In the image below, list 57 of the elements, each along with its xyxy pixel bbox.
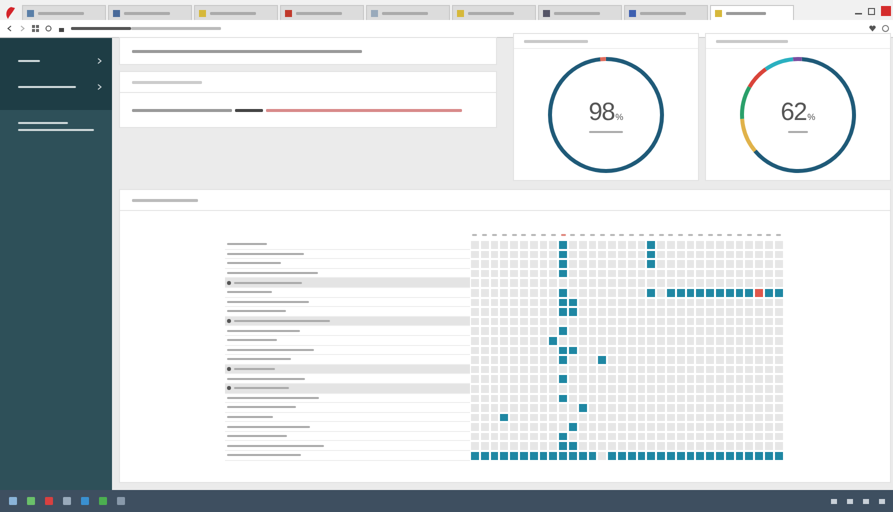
favicon-icon bbox=[27, 10, 34, 16]
forward-icon[interactable] bbox=[19, 25, 26, 32]
bullet-icon bbox=[227, 386, 231, 390]
gauge-value: 98 bbox=[588, 98, 614, 126]
blurred-text bbox=[132, 80, 202, 84]
blurred-text bbox=[234, 282, 302, 284]
blurred-text bbox=[382, 12, 428, 14]
blurred-text bbox=[38, 12, 84, 14]
browser-logo-icon[interactable] bbox=[4, 6, 16, 20]
blurred-text bbox=[227, 435, 287, 438]
browser-tab[interactable] bbox=[538, 5, 622, 20]
blurred-text bbox=[227, 406, 296, 408]
favicon-icon bbox=[715, 10, 722, 16]
blurred-text bbox=[132, 198, 198, 202]
favicon-icon bbox=[285, 10, 292, 16]
favicon-icon bbox=[543, 10, 550, 16]
blurred-text bbox=[716, 40, 788, 42]
blurred-text bbox=[235, 108, 263, 112]
browser-tab[interactable] bbox=[108, 5, 192, 20]
gauge-unit: % bbox=[615, 112, 624, 122]
blurred-text bbox=[227, 243, 267, 246]
blurred-text bbox=[124, 12, 170, 14]
maximize-icon[interactable] bbox=[868, 8, 875, 14]
gauge-unit: % bbox=[807, 112, 816, 122]
chevron-icon bbox=[97, 58, 102, 64]
blurred-text bbox=[468, 12, 514, 14]
favicon-icon bbox=[371, 10, 378, 16]
favicon-icon bbox=[113, 10, 120, 16]
blurred-text bbox=[227, 310, 286, 312]
blurred-text bbox=[227, 262, 281, 264]
bullet-icon bbox=[227, 280, 231, 285]
blurred-text bbox=[227, 291, 272, 294]
blurred-text bbox=[234, 368, 275, 370]
blurred-text bbox=[524, 40, 588, 42]
bullet-icon bbox=[227, 367, 231, 372]
browser-tab[interactable] bbox=[22, 5, 106, 20]
blurred-text bbox=[234, 387, 289, 390]
blurred-text bbox=[554, 12, 600, 14]
grid-icon[interactable] bbox=[32, 25, 39, 32]
blurred-text bbox=[726, 12, 766, 14]
chevron-icon bbox=[97, 84, 102, 90]
favicon-icon bbox=[457, 10, 464, 16]
browser-tab[interactable] bbox=[280, 5, 364, 20]
favicon-icon bbox=[199, 10, 206, 16]
back-icon[interactable] bbox=[6, 25, 13, 32]
blurred-text bbox=[640, 12, 686, 14]
favicon-icon bbox=[629, 10, 636, 16]
blurred-text bbox=[227, 358, 291, 360]
browser-tab[interactable] bbox=[710, 5, 794, 20]
blurred-text bbox=[296, 12, 342, 14]
bullet-icon bbox=[227, 319, 231, 324]
gauge-value: 62 bbox=[780, 98, 806, 126]
blurred-text bbox=[227, 416, 273, 418]
blurred-text bbox=[227, 339, 277, 342]
heart-icon[interactable] bbox=[869, 25, 876, 32]
blurred-text bbox=[210, 12, 256, 14]
browser-tab[interactable] bbox=[624, 5, 708, 20]
